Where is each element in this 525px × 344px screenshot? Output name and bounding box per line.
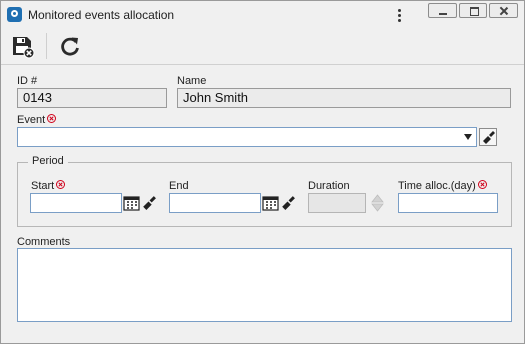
dialog-window: Monitored events allocation ID # 0143 Na… bbox=[0, 0, 525, 344]
calendar-icon bbox=[123, 196, 140, 211]
clear-end-button[interactable] bbox=[279, 194, 296, 211]
stepper-icon bbox=[371, 194, 384, 212]
restore-button[interactable] bbox=[458, 3, 488, 18]
start-label-text: Start bbox=[31, 180, 55, 192]
time-alloc-label: Time alloc.(day) bbox=[398, 180, 487, 192]
clear-event-button[interactable] bbox=[479, 128, 497, 146]
event-select[interactable] bbox=[17, 127, 477, 147]
app-logo-icon bbox=[7, 7, 22, 22]
eraser-icon bbox=[143, 196, 156, 210]
close-button[interactable] bbox=[489, 3, 519, 18]
name-label: Name bbox=[177, 75, 207, 87]
refresh-button[interactable] bbox=[56, 33, 84, 61]
name-field[interactable]: John Smith bbox=[177, 88, 511, 108]
required-icon bbox=[47, 114, 57, 123]
save-close-icon bbox=[13, 37, 35, 59]
eraser-icon bbox=[483, 131, 495, 144]
event-label: Event bbox=[17, 114, 57, 126]
duration-input bbox=[308, 193, 366, 213]
save-and-close-button[interactable] bbox=[9, 33, 37, 61]
minimize-button[interactable] bbox=[428, 3, 457, 18]
title-bar: Monitored events allocation bbox=[1, 1, 524, 29]
required-icon bbox=[56, 180, 66, 189]
start-calendar-button[interactable] bbox=[123, 194, 140, 211]
end-date-input[interactable] bbox=[169, 193, 261, 213]
comments-textarea[interactable] bbox=[17, 248, 512, 322]
eraser-icon bbox=[282, 196, 295, 210]
end-calendar-button[interactable] bbox=[262, 194, 279, 211]
start-label: Start bbox=[31, 180, 66, 192]
comments-label: Comments bbox=[17, 236, 71, 248]
id-label: ID # bbox=[17, 75, 38, 87]
event-label-text: Event bbox=[17, 114, 46, 126]
more-options-icon[interactable] bbox=[393, 6, 407, 24]
duration-stepper bbox=[369, 193, 386, 213]
window-controls bbox=[428, 3, 520, 20]
required-icon bbox=[477, 180, 487, 189]
calendar-icon bbox=[262, 196, 279, 211]
toolbar bbox=[1, 29, 524, 65]
id-field[interactable]: 0143 bbox=[17, 88, 167, 108]
chevron-down-icon[interactable] bbox=[464, 134, 472, 140]
time-alloc-input[interactable] bbox=[398, 193, 498, 213]
window-title: Monitored events allocation bbox=[28, 8, 175, 22]
start-date-input[interactable] bbox=[30, 193, 122, 213]
end-label: End bbox=[169, 180, 189, 192]
clear-start-button[interactable] bbox=[140, 194, 157, 211]
time-alloc-label-text: Time alloc.(day) bbox=[398, 180, 476, 192]
toolbar-separator bbox=[46, 33, 47, 59]
period-legend: Period bbox=[28, 155, 68, 167]
refresh-icon bbox=[61, 37, 79, 56]
duration-label: Duration bbox=[308, 180, 350, 192]
